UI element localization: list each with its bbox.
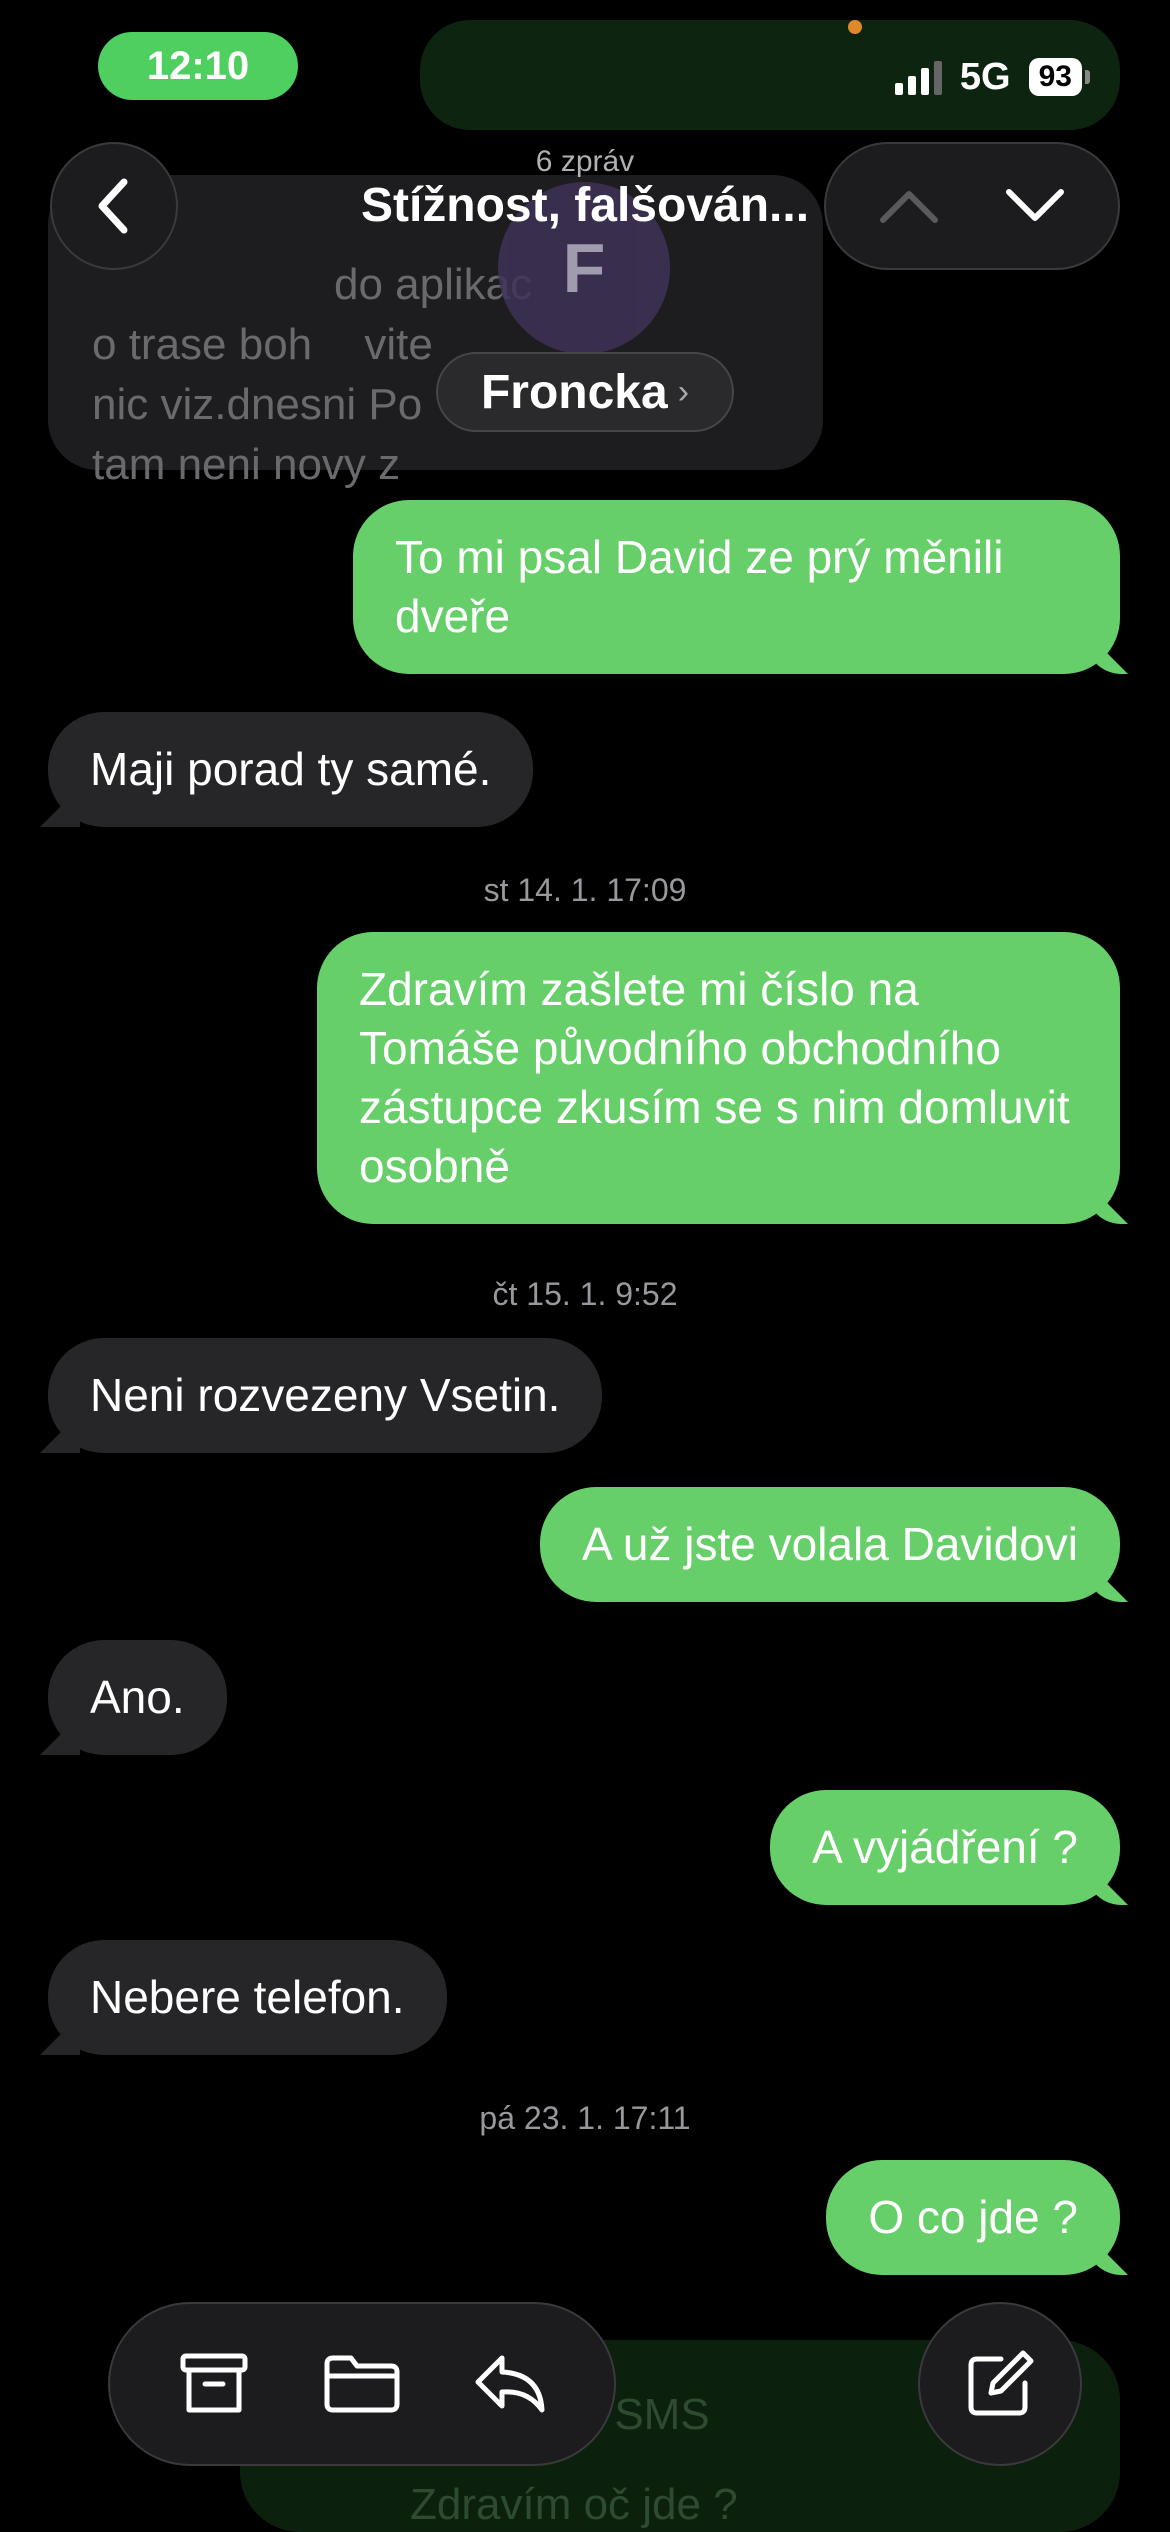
network-type: 5G [959, 55, 1011, 98]
message-bubble-outgoing[interactable]: Zdravím zašlete mi číslo na Tomáše původ… [317, 932, 1120, 1224]
archive-icon [180, 2353, 248, 2413]
message-text: Nebere telefon. [90, 1971, 405, 2023]
message-bubble-incoming[interactable]: Maji porad ty samé. [48, 712, 534, 827]
timestamp: st 14. 1. 17:09 [483, 872, 687, 908]
next-button[interactable] [980, 156, 1090, 256]
chevron-left-icon [98, 178, 128, 234]
contact-name: Froncka [480, 365, 668, 419]
status-indicators: 5G 93 [894, 52, 1090, 102]
message-bubble-incoming[interactable]: Nebere telefon. [48, 1940, 447, 2055]
message-bubble-incoming[interactable]: Ano. [48, 1640, 227, 1755]
folder-icon [324, 2355, 400, 2413]
compose-button[interactable] [918, 2302, 1082, 2466]
message-text: Ano. [90, 1671, 185, 1723]
timestamp: čt 15. 1. 9:52 [492, 1276, 678, 1312]
message-navigation [824, 142, 1120, 270]
status-time: 12:10 [98, 32, 298, 100]
reply-button[interactable] [450, 2324, 570, 2444]
message-text: To mi psal David ze prý měnili dveře [395, 531, 1004, 642]
move-to-folder-button[interactable] [302, 2324, 422, 2444]
message-bubble-outgoing[interactable]: To mi psal David ze prý měnili dveře [353, 500, 1120, 674]
camera-indicator [848, 20, 862, 34]
battery-level: 93 [1028, 58, 1082, 96]
reply-icon [475, 2355, 545, 2413]
chevron-right-icon: › [677, 372, 690, 411]
message-bubble-incoming[interactable]: Neni rozvezeny Vsetin. [48, 1338, 603, 1453]
chevron-up-icon [880, 191, 938, 223]
message-text: A vyjádření ? [812, 1821, 1078, 1873]
message-bubble-outgoing[interactable]: O co jde ? [826, 2160, 1120, 2275]
timestamp: pá 23. 1. 17:11 [479, 2100, 691, 2136]
message-bubble-outgoing[interactable]: A už jste volala Davidovi [539, 1487, 1120, 1602]
message-text: Zdravím zašlete mi číslo na Tomáše původ… [359, 963, 1070, 1192]
message-text: Maji porad ty samé. [90, 743, 492, 795]
message-text: A už jste volala Davidovi [581, 1518, 1078, 1570]
archive-button[interactable] [154, 2324, 274, 2444]
chevron-down-icon [1006, 189, 1064, 221]
signal-icon [894, 59, 942, 95]
bottom-toolbar [108, 2302, 616, 2466]
message-bubble-outgoing[interactable]: A vyjádření ? [770, 1790, 1120, 1905]
message-text: Neni rozvezeny Vsetin. [90, 1369, 561, 1421]
message-text: O co jde ? [868, 2191, 1078, 2243]
compose-icon [968, 2350, 1034, 2416]
previous-button[interactable] [854, 156, 964, 256]
contact-name-button[interactable]: Froncka › [436, 352, 734, 432]
battery-icon: 93 [1028, 58, 1090, 96]
conversation-title: Stížnost, falšován... [360, 179, 810, 232]
